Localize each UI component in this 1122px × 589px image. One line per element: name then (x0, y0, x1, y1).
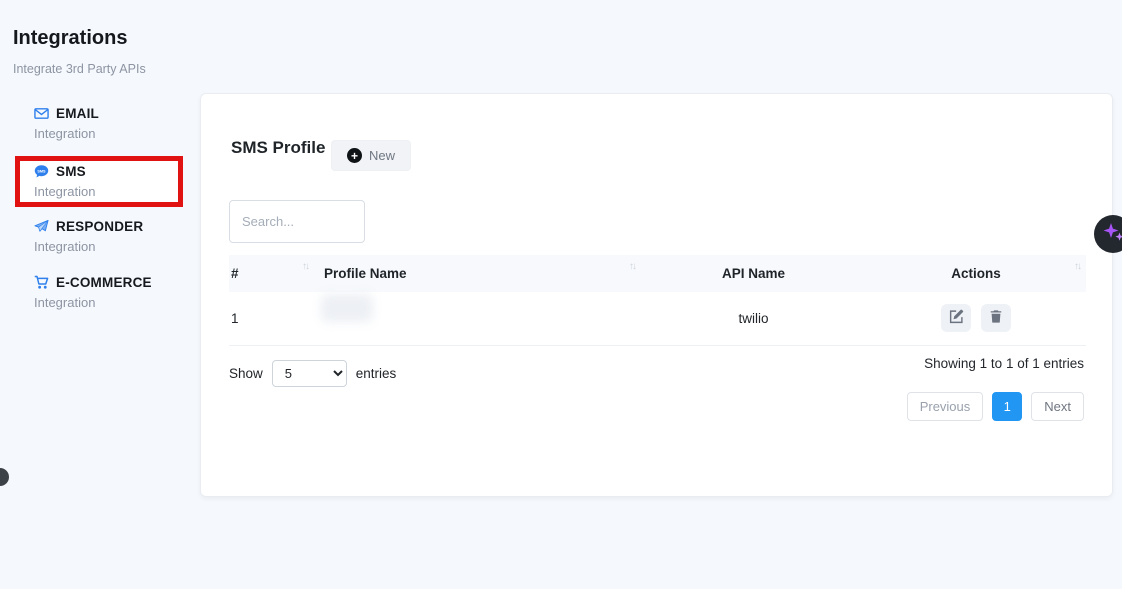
column-header-api-name[interactable]: API Name (641, 255, 866, 292)
delete-button[interactable] (981, 304, 1011, 332)
sidebar-item-sublabel: Integration (34, 295, 152, 310)
row-actions-cell (866, 292, 1086, 345)
sidebar-item-label: SMS (56, 164, 86, 179)
envelope-icon (34, 106, 49, 121)
entries-select[interactable]: 5 (272, 360, 347, 387)
next-page-button[interactable]: Next (1031, 392, 1084, 421)
new-button-label: New (369, 148, 395, 163)
previous-page-button[interactable]: Previous (907, 392, 984, 421)
column-header-profile-name[interactable]: Profile Name ↑↓ (314, 255, 641, 292)
panel-title: SMS Profile (231, 138, 325, 158)
row-index-cell: 1 (229, 292, 314, 345)
column-header-index[interactable]: # ↑↓ (229, 255, 314, 292)
shopping-cart-icon (34, 275, 49, 290)
sidebar-item-label: E-COMMERCE (56, 275, 152, 290)
show-label: Show (229, 366, 263, 381)
table-row: 1 twilio (229, 292, 1086, 345)
sms-profile-table: # ↑↓ Profile Name ↑↓ API Name Actions ↑↓… (229, 255, 1086, 346)
sidebar-item-email[interactable]: EMAIL Integration (34, 106, 99, 141)
sparkles-icon (1101, 220, 1122, 249)
row-profile-name-cell (314, 292, 641, 345)
plus-circle-icon: + (347, 148, 362, 163)
page-title: Integrations (13, 27, 127, 50)
svg-text:SMS: SMS (37, 169, 46, 173)
sidebar-item-sublabel: Integration (34, 184, 178, 199)
entries-label: entries (356, 366, 397, 381)
new-profile-button[interactable]: + New (331, 140, 411, 171)
column-header-actions[interactable]: Actions ↑↓ (866, 255, 1086, 292)
table-header-row: # ↑↓ Profile Name ↑↓ API Name Actions ↑↓ (229, 255, 1086, 292)
sidebar-item-label: EMAIL (56, 106, 99, 121)
sidebar-item-sublabel: Integration (34, 239, 143, 254)
edit-pencil-icon (949, 309, 964, 327)
paper-plane-icon (34, 219, 49, 234)
sort-icon: ↑↓ (629, 261, 635, 272)
trash-icon (989, 309, 1003, 327)
current-page-button[interactable]: 1 (992, 392, 1022, 421)
sidebar-item-sublabel: Integration (34, 126, 99, 141)
sms-profile-panel: SMS Profile + New # ↑↓ Profile Name ↑↓ A… (200, 93, 1113, 497)
sort-icon: ↑↓ (302, 261, 308, 272)
sms-chat-icon: SMS (34, 164, 49, 179)
search-input[interactable] (229, 200, 365, 243)
annotation-box: SMS SMS Integration (15, 156, 183, 207)
page-subtitle: Integrate 3rd Party APIs (13, 62, 146, 76)
edge-handle-dot[interactable] (0, 468, 9, 486)
sidebar-item-sms[interactable]: SMS SMS Integration (34, 164, 178, 199)
pagination: Previous 1 Next (907, 392, 1084, 421)
sidebar-item-ecommerce[interactable]: E-COMMERCE Integration (34, 275, 152, 310)
edit-button[interactable] (941, 304, 971, 332)
row-api-name-cell: twilio (641, 292, 866, 345)
sidebar-item-label: RESPONDER (56, 219, 143, 234)
redacted-profile-name (321, 294, 373, 322)
sort-icon: ↑↓ (1074, 261, 1080, 272)
entries-summary: Showing 1 to 1 of 1 entries (924, 356, 1084, 371)
sidebar-item-responder[interactable]: RESPONDER Integration (34, 219, 143, 254)
